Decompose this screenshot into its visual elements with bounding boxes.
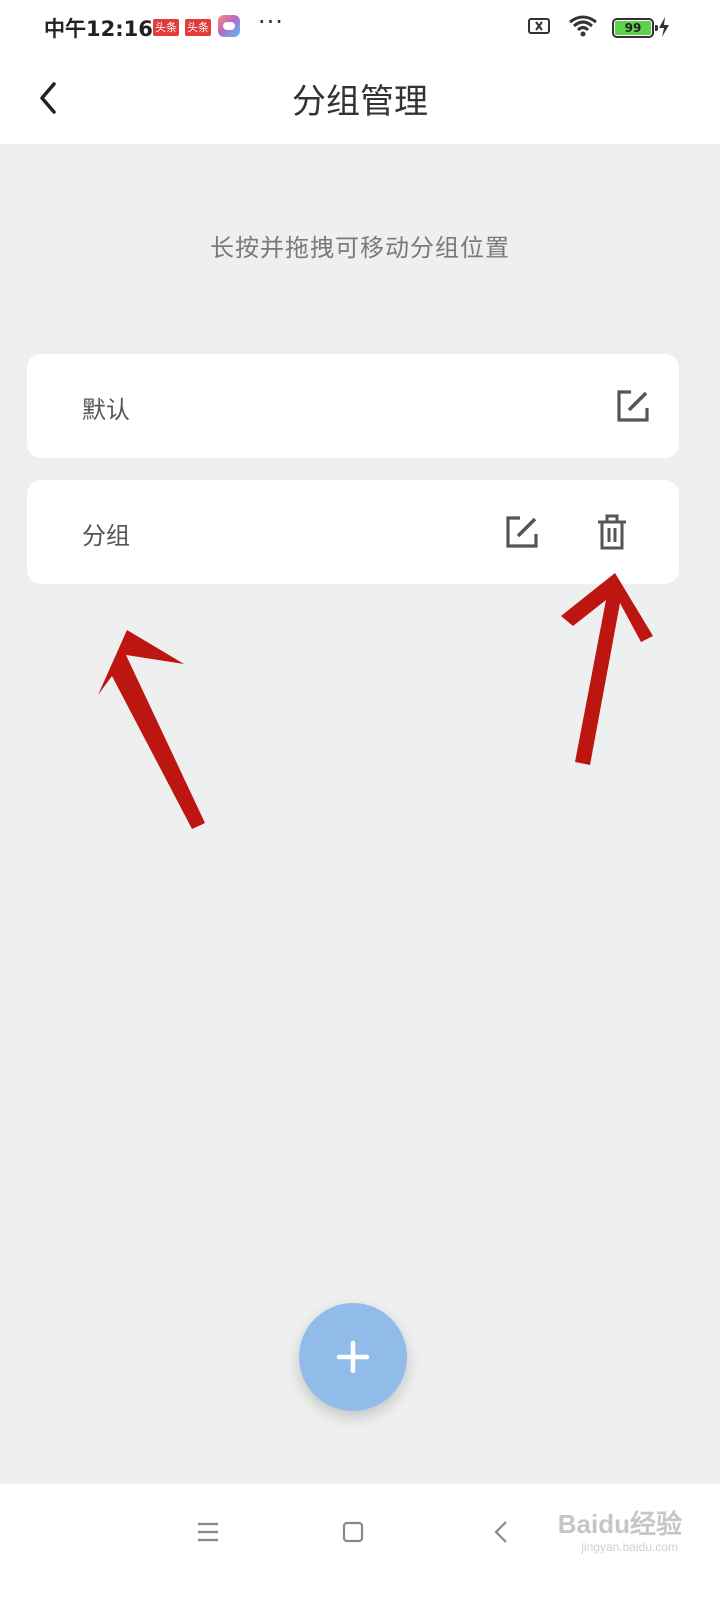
battery-icon: 99 <box>612 18 658 38</box>
home-button[interactable] <box>333 1512 373 1552</box>
baidu-watermark: Baidu经验 <box>557 1509 682 1539</box>
edit-group-button[interactable] <box>613 386 653 426</box>
status-bar: 中午12:16 头条 头条 ··· 99 <box>0 0 720 56</box>
group-label: 分组 <box>82 522 130 550</box>
home-square-icon <box>342 1521 364 1543</box>
menu-button[interactable] <box>188 1512 228 1552</box>
game-app-icon <box>218 15 240 37</box>
drag-hint-text: 长按并拖拽可移动分组位置 <box>210 234 510 262</box>
wifi-icon <box>569 15 597 37</box>
trash-icon <box>598 514 626 550</box>
system-back-button[interactable] <box>482 1512 522 1552</box>
system-nav-bar: Baidu经验 jingyan.baidu.com <box>0 1484 720 1600</box>
no-sim-icon <box>528 18 550 34</box>
delete-group-button[interactable] <box>592 512 632 552</box>
group-label: 默认 <box>82 396 130 424</box>
status-time: 中午12:16 <box>44 17 153 41</box>
more-notifications-icon: ··· <box>258 8 284 36</box>
group-item-default[interactable]: 默认 <box>27 354 679 458</box>
group-item-group[interactable]: 分组 <box>27 480 679 584</box>
toutiao-notification-icon: 头条 <box>153 19 179 36</box>
edit-icon <box>506 516 538 548</box>
edit-group-button[interactable] <box>502 512 542 552</box>
page-title: 分组管理 <box>292 82 428 122</box>
menu-icon <box>198 1522 218 1542</box>
header: 分组管理 <box>0 56 720 144</box>
charging-icon <box>659 17 669 37</box>
add-group-button[interactable] <box>299 1303 407 1411</box>
toutiao-notification-icon: 头条 <box>185 19 211 36</box>
edit-icon <box>617 390 649 422</box>
plus-icon <box>336 1340 370 1374</box>
baidu-watermark-url: jingyan.baidu.com <box>581 1540 678 1554</box>
back-triangle-icon <box>494 1521 507 1543</box>
battery-level: 99 <box>615 21 651 35</box>
